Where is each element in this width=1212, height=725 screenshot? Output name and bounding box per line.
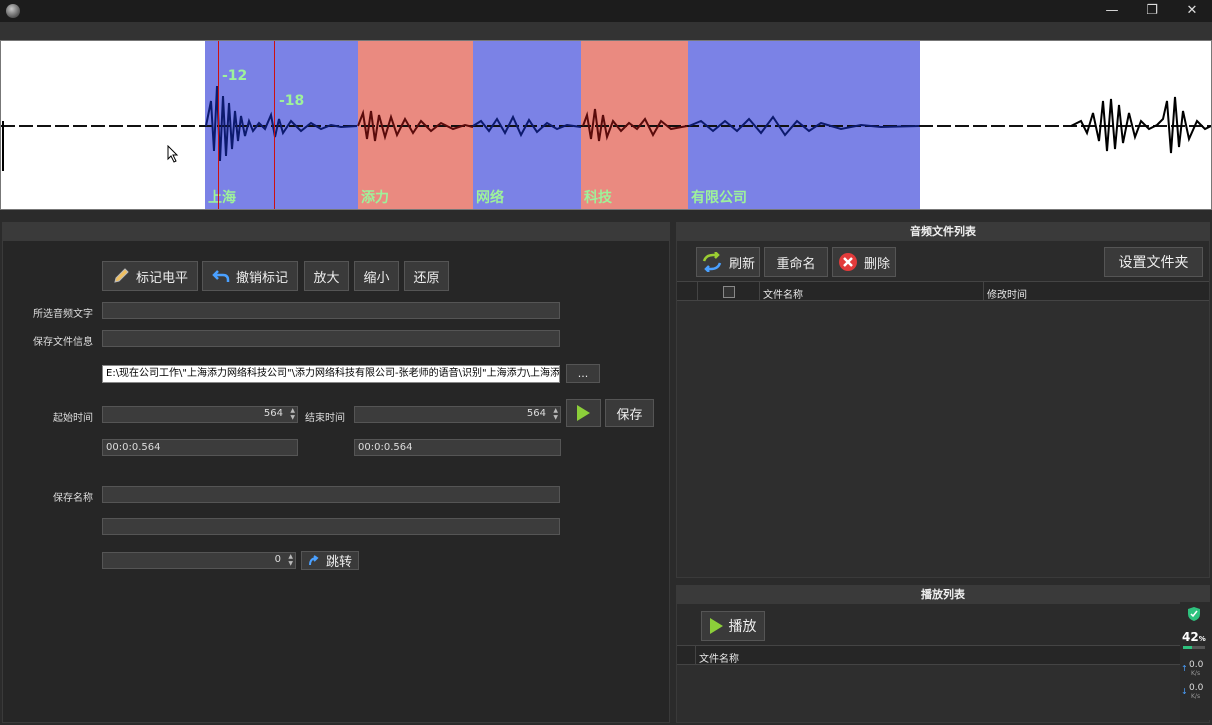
upload-speed: 0.0 (1189, 660, 1204, 670)
marker-label: -12 (222, 68, 248, 84)
play-label: 播放 (728, 619, 757, 635)
delete-label: 删除 (863, 256, 890, 272)
shield-icon (1188, 607, 1200, 621)
download-unit: K/s (1191, 693, 1201, 700)
upload-unit: K/s (1191, 670, 1201, 677)
waveform-view[interactable]: 上海 添力 网络 科技 有限公司 -12 -18 (0, 40, 1212, 210)
waveform-graph (1, 85, 1211, 171)
start-time-display: 00:0:0.564 (102, 439, 298, 456)
audio-file-list-title: 音频文件列表 (677, 223, 1209, 241)
column-header-filename[interactable]: 文件名称 (763, 286, 803, 301)
jump-label: 跳转 (325, 555, 352, 570)
menu-bar (0, 22, 1212, 40)
playlist-table-header: 文件名称 (677, 645, 1209, 665)
jump-button[interactable]: 跳转 (301, 551, 359, 570)
usage-percent: 42% (1182, 630, 1206, 644)
set-folder-label: 设置文件夹 (1118, 255, 1189, 271)
marker-line[interactable] (218, 41, 219, 209)
spinner-arrows-icon[interactable]: ▲ ▼ (288, 553, 293, 567)
restore-label: 还原 (413, 270, 440, 286)
cursor-icon (167, 145, 179, 163)
save-file-info-field[interactable] (102, 330, 560, 347)
file-table-body[interactable] (677, 301, 1209, 577)
undo-mark-label: 撤销标记 (235, 270, 288, 286)
column-header-filename[interactable]: 文件名称 (699, 650, 739, 665)
jump-spinner[interactable]: 0 ▲ ▼ (102, 552, 296, 569)
column-divider (695, 646, 696, 664)
rename-label: 重命名 (776, 256, 816, 272)
restore-button[interactable]: 还原 (404, 261, 449, 291)
end-time-label: 结束时间 (305, 413, 345, 424)
start-time-label: 起始时间 (53, 413, 93, 424)
zoom-out-label: 缩小 (363, 270, 390, 286)
app-icon (6, 4, 20, 18)
selected-audio-text-label: 所选音频文字 (33, 309, 93, 320)
refresh-label: 刷新 (728, 256, 755, 272)
browse-label: ... (577, 367, 589, 380)
mark-level-label: 标记电平 (135, 270, 188, 286)
pencil-icon (114, 268, 129, 283)
save-button[interactable]: 保存 (605, 399, 654, 427)
usage-percent-value: 42 (1182, 630, 1199, 644)
column-divider (759, 282, 760, 300)
file-table-header: 文件名称 修改时间 (677, 281, 1209, 301)
title-bar: — ❐ ✕ (0, 0, 1212, 22)
editor-panel-header (3, 223, 669, 241)
select-all-checkbox[interactable] (723, 286, 735, 298)
spinner-arrows-icon[interactable]: ▲ ▼ (553, 407, 558, 421)
system-monitor-widget[interactable]: 42% ↑ 0.0 K/s ↓ 0.0 K/s (1180, 602, 1210, 720)
undo-icon (212, 270, 230, 282)
undo-mark-button[interactable]: 撤销标记 (202, 261, 298, 291)
usage-bar-fill (1183, 646, 1193, 649)
end-time-spinner[interactable]: 564 ▲ ▼ (354, 406, 561, 423)
playlist-title: 播放列表 (677, 586, 1209, 604)
refresh-button[interactable]: 刷新 (696, 247, 760, 277)
download-speed: 0.0 (1189, 683, 1204, 693)
play-icon (709, 618, 723, 634)
browse-button[interactable]: ... (566, 364, 600, 383)
close-button[interactable]: ✕ (1172, 0, 1212, 22)
end-time-value: 564 (526, 408, 546, 419)
zoom-out-button[interactable]: 缩小 (354, 261, 399, 291)
selected-audio-text-field[interactable] (102, 302, 560, 319)
usage-percent-unit: % (1198, 635, 1206, 643)
marker-label: -18 (279, 93, 305, 109)
start-time-spinner[interactable]: 564 ▲ ▼ (102, 406, 298, 423)
mark-level-button[interactable]: 标记电平 (102, 261, 198, 291)
end-time-display: 00:0:0.564 (354, 439, 561, 456)
usage-bar (1183, 646, 1205, 649)
refresh-icon (702, 252, 722, 272)
column-divider (697, 282, 698, 300)
editor-panel: 标记电平 撤销标记 放大 缩小 还原 所选音频文字 保存文件信息 E:\现在公司… (2, 222, 670, 723)
save-name-field[interactable] (102, 486, 560, 503)
save-file-info-label: 保存文件信息 (33, 337, 93, 348)
maximize-button[interactable]: ❐ (1132, 0, 1172, 22)
zoom-in-button[interactable]: 放大 (304, 261, 349, 291)
minimize-button[interactable]: — (1092, 0, 1132, 22)
spinner-arrows-icon[interactable]: ▲ ▼ (290, 407, 295, 421)
save-label: 保存 (616, 407, 643, 423)
upload-arrow-icon: ↑ (1181, 664, 1188, 673)
playlist-panel: 播放列表 播放 文件名称 (676, 585, 1210, 723)
column-header-modified[interactable]: 修改时间 (987, 286, 1027, 301)
jump-value: 0 (274, 554, 281, 565)
set-folder-button[interactable]: 设置文件夹 (1104, 247, 1203, 277)
download-arrow-icon: ↓ (1181, 687, 1188, 696)
play-icon (577, 405, 590, 421)
file-path-field[interactable]: E:\现在公司工作\"上海添力网络科技公司"\添力网络科技有限公司-张老师的语音… (102, 365, 560, 383)
zoom-in-label: 放大 (313, 270, 340, 286)
marker-line[interactable] (274, 41, 275, 209)
play-selection-button[interactable] (566, 399, 601, 427)
delete-icon (838, 253, 857, 271)
play-button[interactable]: 播放 (701, 611, 765, 641)
save-name-label: 保存名称 (53, 493, 93, 504)
start-time-value: 564 (263, 408, 283, 419)
column-divider (983, 282, 984, 300)
extra-field[interactable] (102, 518, 560, 535)
redo-arrow-icon (308, 554, 319, 565)
playlist-table-body[interactable] (677, 665, 1209, 722)
rename-button[interactable]: 重命名 (764, 247, 828, 277)
delete-button[interactable]: 删除 (832, 247, 896, 277)
audio-file-list-panel: 音频文件列表 刷新 重命名 删除 设置文件夹 文件名称 修改时间 (676, 222, 1210, 578)
